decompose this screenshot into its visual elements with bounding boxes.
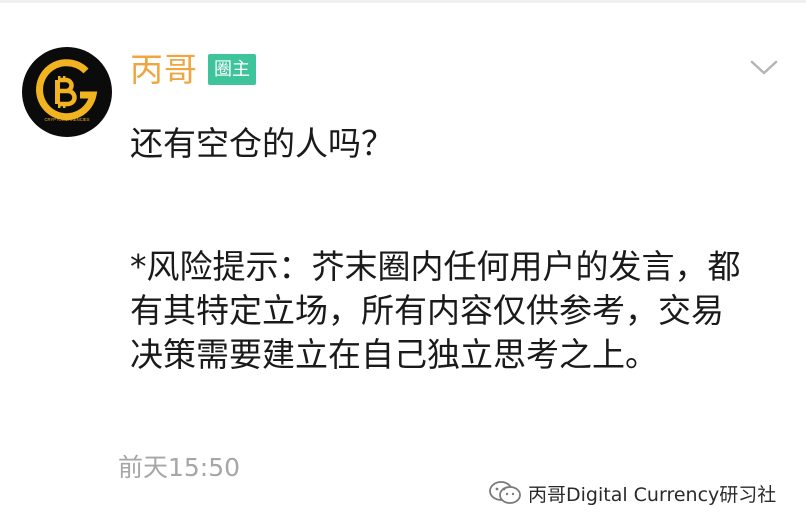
post-timestamp: 前天15:50 [118, 453, 241, 482]
chevron-down-icon[interactable] [748, 55, 780, 79]
watermark-text: 丙哥Digital Currency研习社 [528, 483, 777, 506]
wechat-official-account-icon [489, 481, 521, 504]
top-divider [0, 0, 806, 3]
role-badge: 圈主 [208, 54, 256, 85]
post-content: 还有空仓的人吗？ [130, 124, 394, 163]
avatar-caption: CRYPTOCURRENCIES [45, 117, 90, 122]
bitcoin-logo-icon: CRYPTOCURRENCIES [36, 59, 98, 122]
watermark: 丙哥Digital Currency研习社 [488, 478, 776, 508]
avatar[interactable]: CRYPTOCURRENCIES [22, 47, 112, 137]
risk-notice: *风险提示：芥末圈内任何用户的发言，都有其特定立场，所有内容仅供参考，交易决策需… [130, 247, 741, 374]
author-name[interactable]: 丙哥 [130, 50, 198, 90]
